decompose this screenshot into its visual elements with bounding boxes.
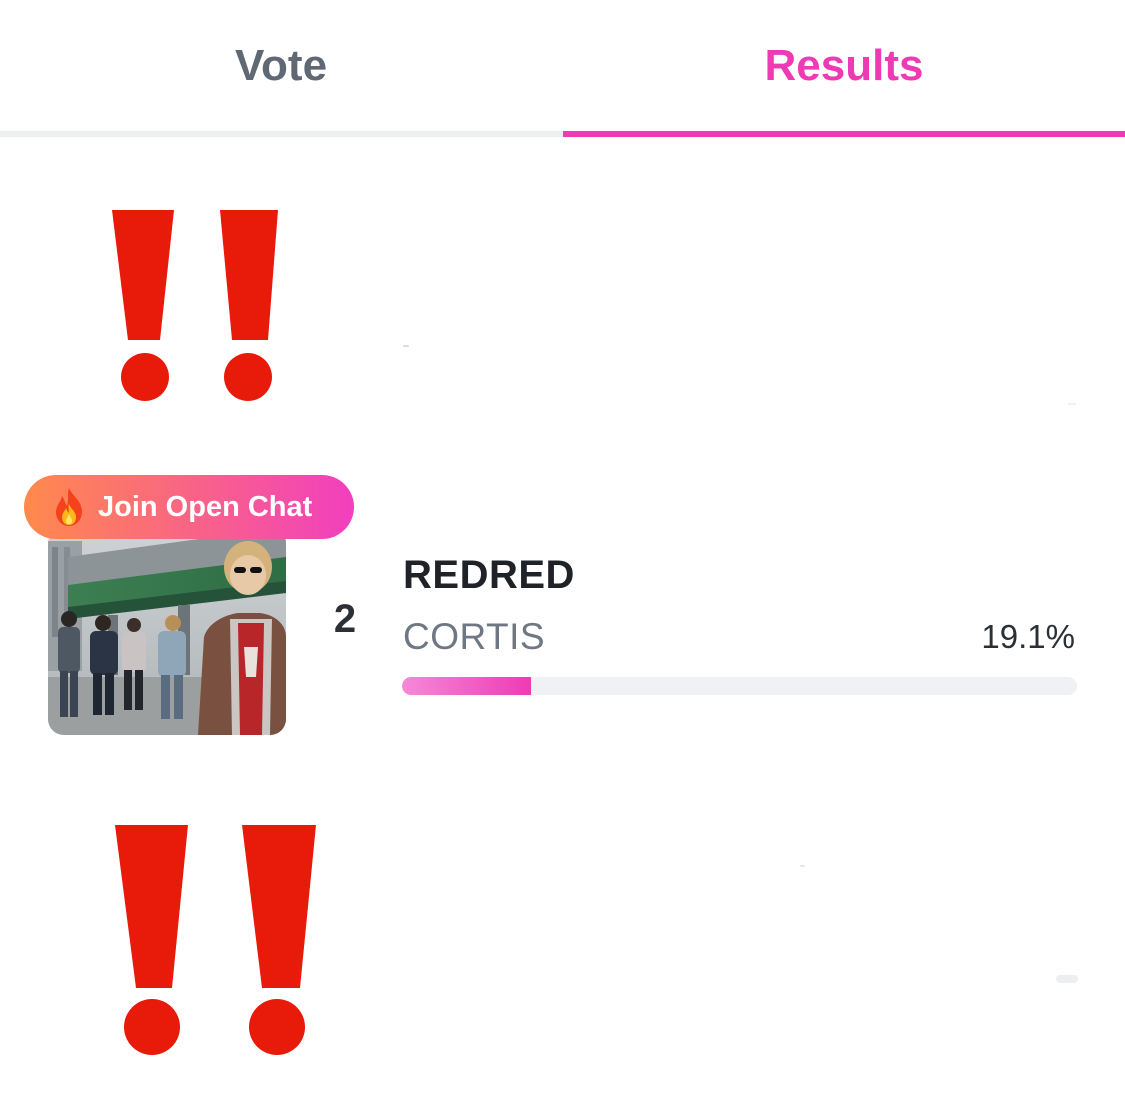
- double-exclamation-graphic: [112, 210, 278, 401]
- fire-icon: [56, 488, 82, 526]
- vote-progress-fill: [402, 677, 531, 695]
- double-exclamation-icon: [110, 820, 325, 1065]
- song-title: REDRED: [403, 553, 575, 597]
- divider-fragment: [800, 865, 805, 867]
- tab-active-indicator: [563, 131, 1125, 137]
- vote-percentage: 19.1%: [981, 618, 1075, 655]
- tab-vote[interactable]: Vote: [0, 0, 562, 132]
- join-open-chat-button[interactable]: Join Open Chat: [24, 475, 354, 539]
- double-exclamation-graphic: [115, 825, 316, 1055]
- divider-fragment: [1056, 975, 1078, 983]
- divider-fragment: [403, 345, 409, 347]
- tab-vote-label: Vote: [234, 41, 328, 90]
- join-open-chat-label: Join Open Chat: [98, 490, 313, 523]
- group-photo-graphic: [48, 527, 286, 735]
- vote-progress-bar: [402, 677, 1077, 695]
- double-exclamation-icon: [108, 205, 288, 405]
- artist-name: CORTIS: [403, 616, 546, 657]
- tab-bar: Vote Results: [0, 0, 1125, 137]
- tab-results[interactable]: Results: [563, 0, 1125, 132]
- rank-number: 2: [333, 597, 357, 641]
- divider-fragment: [1068, 403, 1076, 405]
- tab-results-label: Results: [764, 41, 924, 90]
- album-photo[interactable]: [48, 527, 286, 735]
